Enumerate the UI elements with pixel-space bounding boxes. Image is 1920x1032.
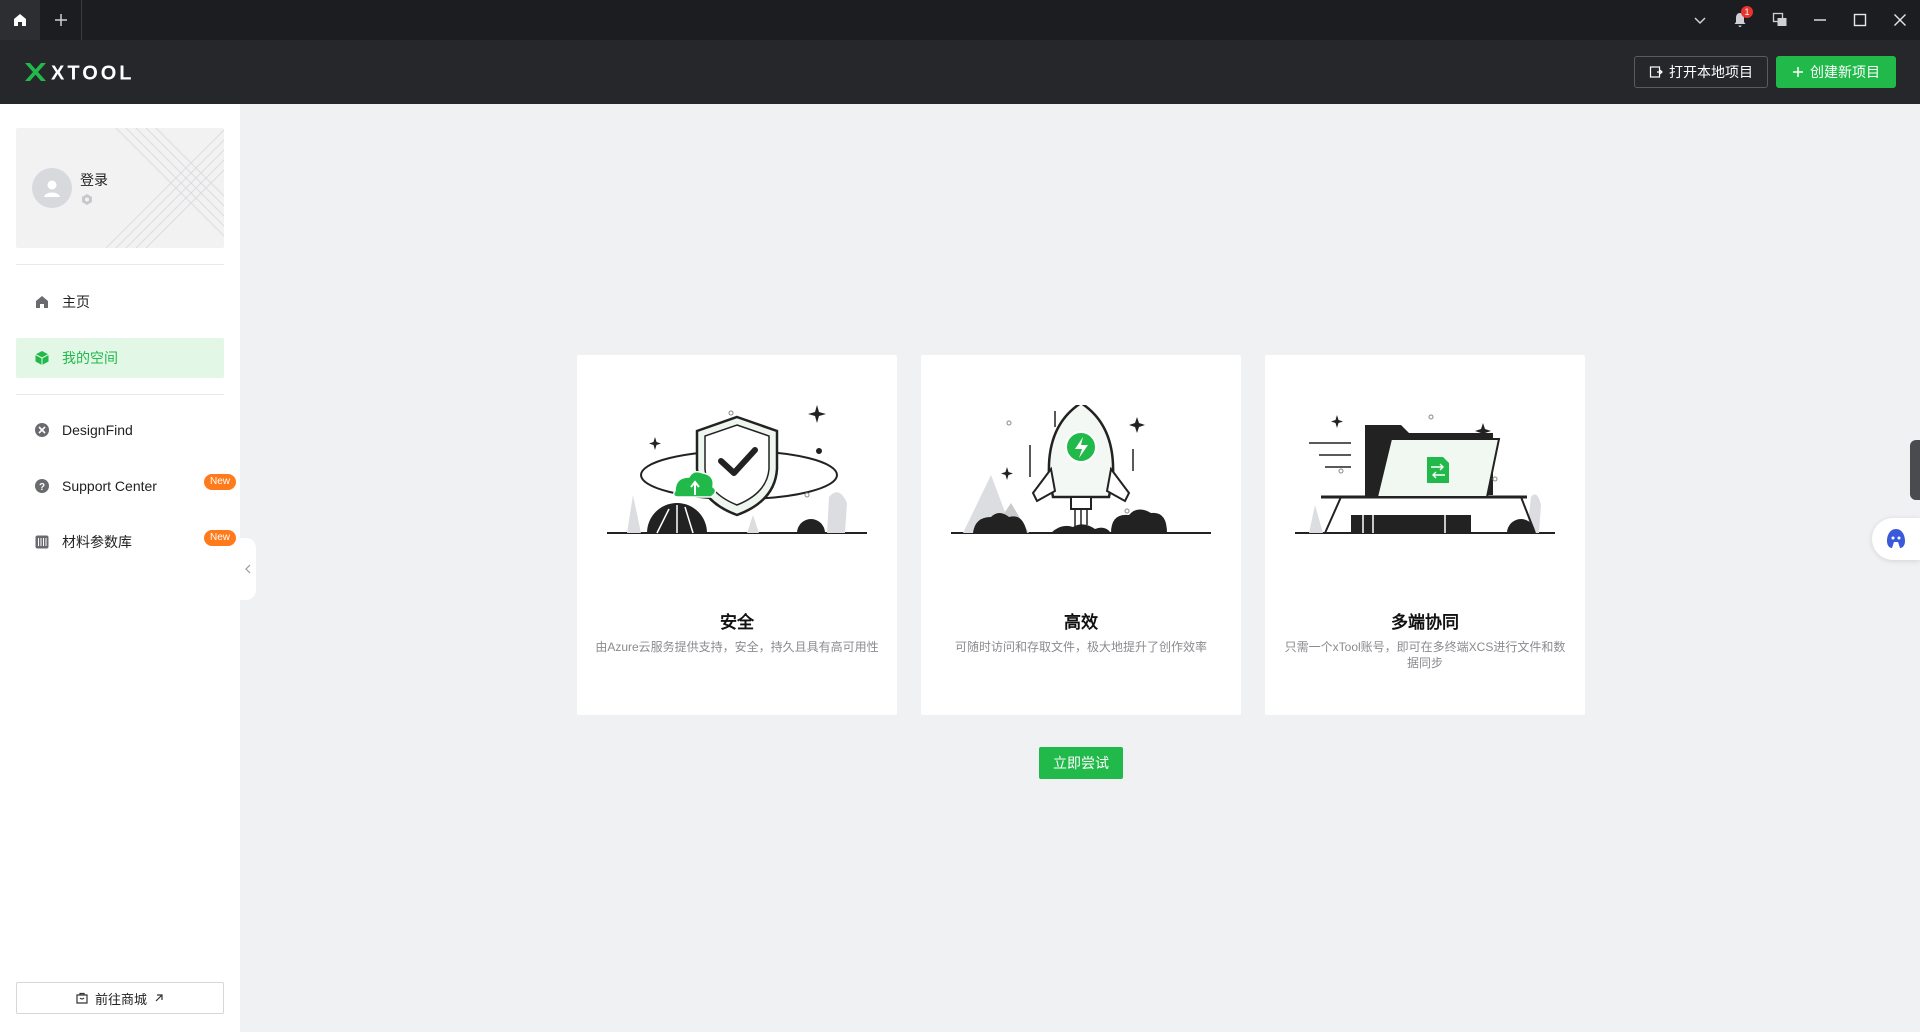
open-folder-icon — [1649, 66, 1663, 78]
chevron-left-icon — [245, 564, 251, 574]
sidebar-divider — [16, 394, 224, 395]
notification-count-badge: 1 — [1741, 6, 1753, 18]
sidebar-item-my-space[interactable]: 我的空间 — [16, 338, 224, 378]
feature-card-security: 安全 由Azure云服务提供支持，安全，持久且具有高可用性 — [577, 355, 897, 715]
new-badge: New — [203, 530, 236, 546]
minimize-button[interactable] — [1800, 0, 1840, 40]
sidebar-divider — [16, 264, 224, 265]
sidebar-item-label: 我的空间 — [62, 350, 118, 366]
app-header: XTOOL 打开本地项目 创建新项目 — [0, 40, 1920, 104]
new-badge: New — [203, 474, 236, 490]
home-icon — [14, 14, 26, 26]
sidebar-item-label: Support Center — [62, 478, 157, 494]
sidebar-item-label: 材料参数库 — [62, 534, 132, 550]
sidebar: 登录 主页 我的空间 DesignFind ? Support Center N… — [0, 104, 240, 1032]
side-panel-tab[interactable] — [1910, 440, 1920, 500]
maximize-icon — [1853, 13, 1867, 27]
windows-icon — [1772, 12, 1787, 26]
sidebar-item-label: DesignFind — [62, 422, 133, 438]
home-tab[interactable] — [0, 0, 40, 40]
security-shield-illustration — [607, 405, 867, 534]
try-now-button[interactable]: 立即尝试 — [1039, 747, 1123, 779]
feature-description: 只需一个xTool账号，即可在多终端XCS进行文件和数据同步 — [1284, 640, 1566, 670]
go-to-store-button[interactable]: 前往商城 — [16, 982, 224, 1014]
feature-description: 可随时访问和存取文件，极大地提升了创作效率 — [954, 640, 1207, 654]
sidebar-item-support-center[interactable]: ? Support Center New — [16, 466, 236, 506]
notification-button[interactable]: 1 — [1720, 0, 1760, 40]
new-tab-button[interactable] — [40, 0, 82, 40]
open-local-project-button[interactable]: 打开本地项目 — [1634, 56, 1768, 88]
member-rank-icon — [82, 194, 92, 205]
sidebar-item-material-library[interactable]: 材料参数库 New — [16, 522, 236, 562]
store-icon — [76, 992, 88, 1004]
sync-folder-illustration — [1295, 414, 1555, 534]
feature-card-multi-device: 多端协同 只需一个xTool账号，即可在多终端XCS进行文件和数据同步 — [1265, 355, 1585, 715]
close-icon — [1894, 14, 1906, 26]
plus-icon — [54, 14, 67, 26]
avatar[interactable] — [32, 168, 72, 208]
profile-card[interactable]: 登录 — [16, 128, 224, 248]
chevron-down-icon — [1694, 17, 1706, 25]
feature-title: 高效 — [1064, 613, 1098, 632]
multi-window-button[interactable] — [1760, 0, 1800, 40]
svg-text:?: ? — [39, 482, 45, 493]
feature-card-efficiency: 高效 可随时访问和存取文件，极大地提升了创作效率 — [921, 355, 1241, 715]
rocket-illustration — [951, 405, 1211, 534]
sidebar-item-home[interactable]: 主页 — [16, 282, 224, 322]
ai-assistant-button[interactable] — [1872, 518, 1920, 560]
feature-title: 安全 — [720, 613, 754, 632]
svg-text:XTOOL: XTOOL — [51, 63, 135, 84]
home-icon — [34, 294, 50, 310]
external-link-icon — [155, 994, 163, 1002]
minimize-icon — [1814, 19, 1826, 21]
open-local-project-label: 打开本地项目 — [1669, 64, 1753, 80]
sidebar-item-label: 主页 — [62, 294, 90, 310]
feature-title: 多端协同 — [1391, 613, 1459, 632]
material-library-icon — [34, 534, 50, 550]
designfind-icon — [34, 422, 50, 438]
create-new-project-label: 创建新项目 — [1810, 64, 1880, 80]
tabs-dropdown-button[interactable] — [1680, 0, 1720, 40]
title-bar: 1 — [0, 0, 1920, 40]
sidebar-collapse-handle[interactable] — [240, 538, 256, 600]
xtool-logo: XTOOL — [25, 63, 135, 84]
sidebar-item-designfind[interactable]: DesignFind — [16, 410, 224, 450]
maximize-button[interactable] — [1840, 0, 1880, 40]
help-icon: ? — [34, 478, 50, 494]
login-link[interactable]: 登录 — [80, 170, 108, 190]
user-icon — [44, 180, 60, 197]
assistant-icon — [1887, 529, 1905, 548]
plus-icon — [1793, 67, 1803, 77]
create-new-project-button[interactable]: 创建新项目 — [1776, 56, 1896, 88]
close-button[interactable] — [1880, 0, 1920, 40]
go-to-store-label: 前往商城 — [94, 991, 147, 1007]
feature-description: 由Azure云服务提供支持，安全，持久且具有高可用性 — [595, 640, 879, 654]
cube-icon — [34, 350, 50, 366]
